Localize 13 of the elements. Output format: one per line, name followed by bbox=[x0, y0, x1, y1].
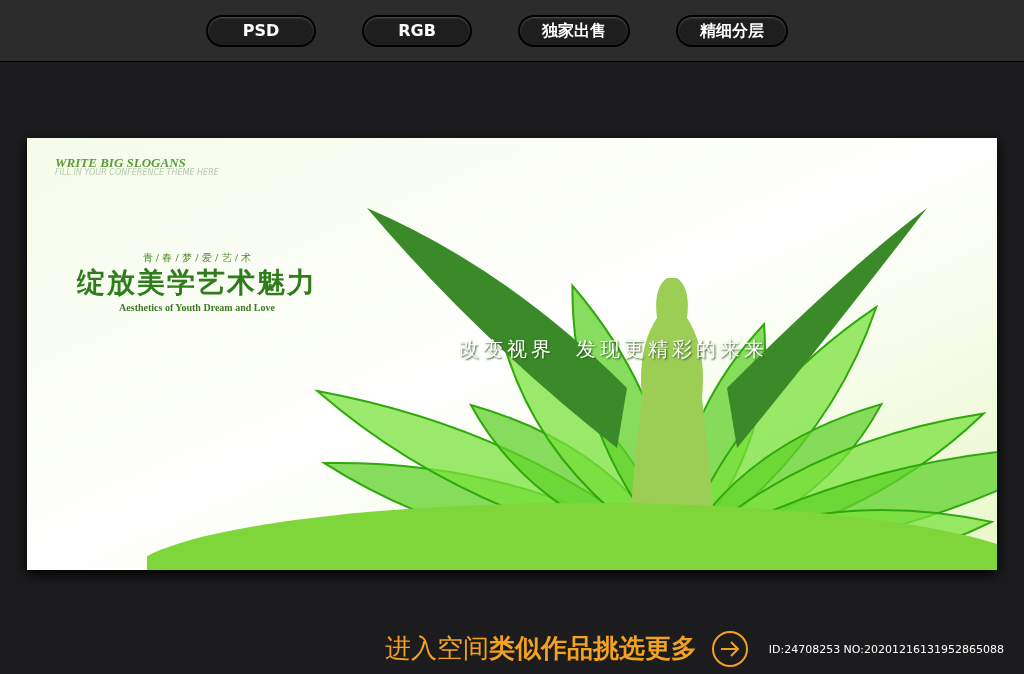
format-tag: RGB bbox=[362, 14, 472, 47]
format-tag: 精细分层 bbox=[676, 14, 788, 47]
similar-works-text: 进入空间类似作品挑选更多 bbox=[384, 632, 697, 665]
id-number: ID:24708253 NO:20201216131952865088 bbox=[768, 641, 1004, 658]
format-tag: 独家出售 bbox=[518, 14, 630, 47]
english-subtitle: Aesthetics of Youth Dream and Love bbox=[119, 301, 275, 315]
format-tag: PSD bbox=[206, 14, 316, 47]
small-title: 青 / 春 / 梦 / 爱 / 艺 / 术 bbox=[142, 251, 252, 265]
main-title: 绽放美学艺术魅力 bbox=[77, 265, 317, 300]
similar-works-link[interactable]: 进入空间类似作品挑选更多 bbox=[384, 629, 749, 668]
header-subtitle: FILL IN YOUR CONFERENCE THEME HERE bbox=[55, 169, 219, 177]
arrow-circle-icon bbox=[710, 629, 749, 668]
header-title: WRITE BIG SLOGANS bbox=[55, 156, 186, 169]
